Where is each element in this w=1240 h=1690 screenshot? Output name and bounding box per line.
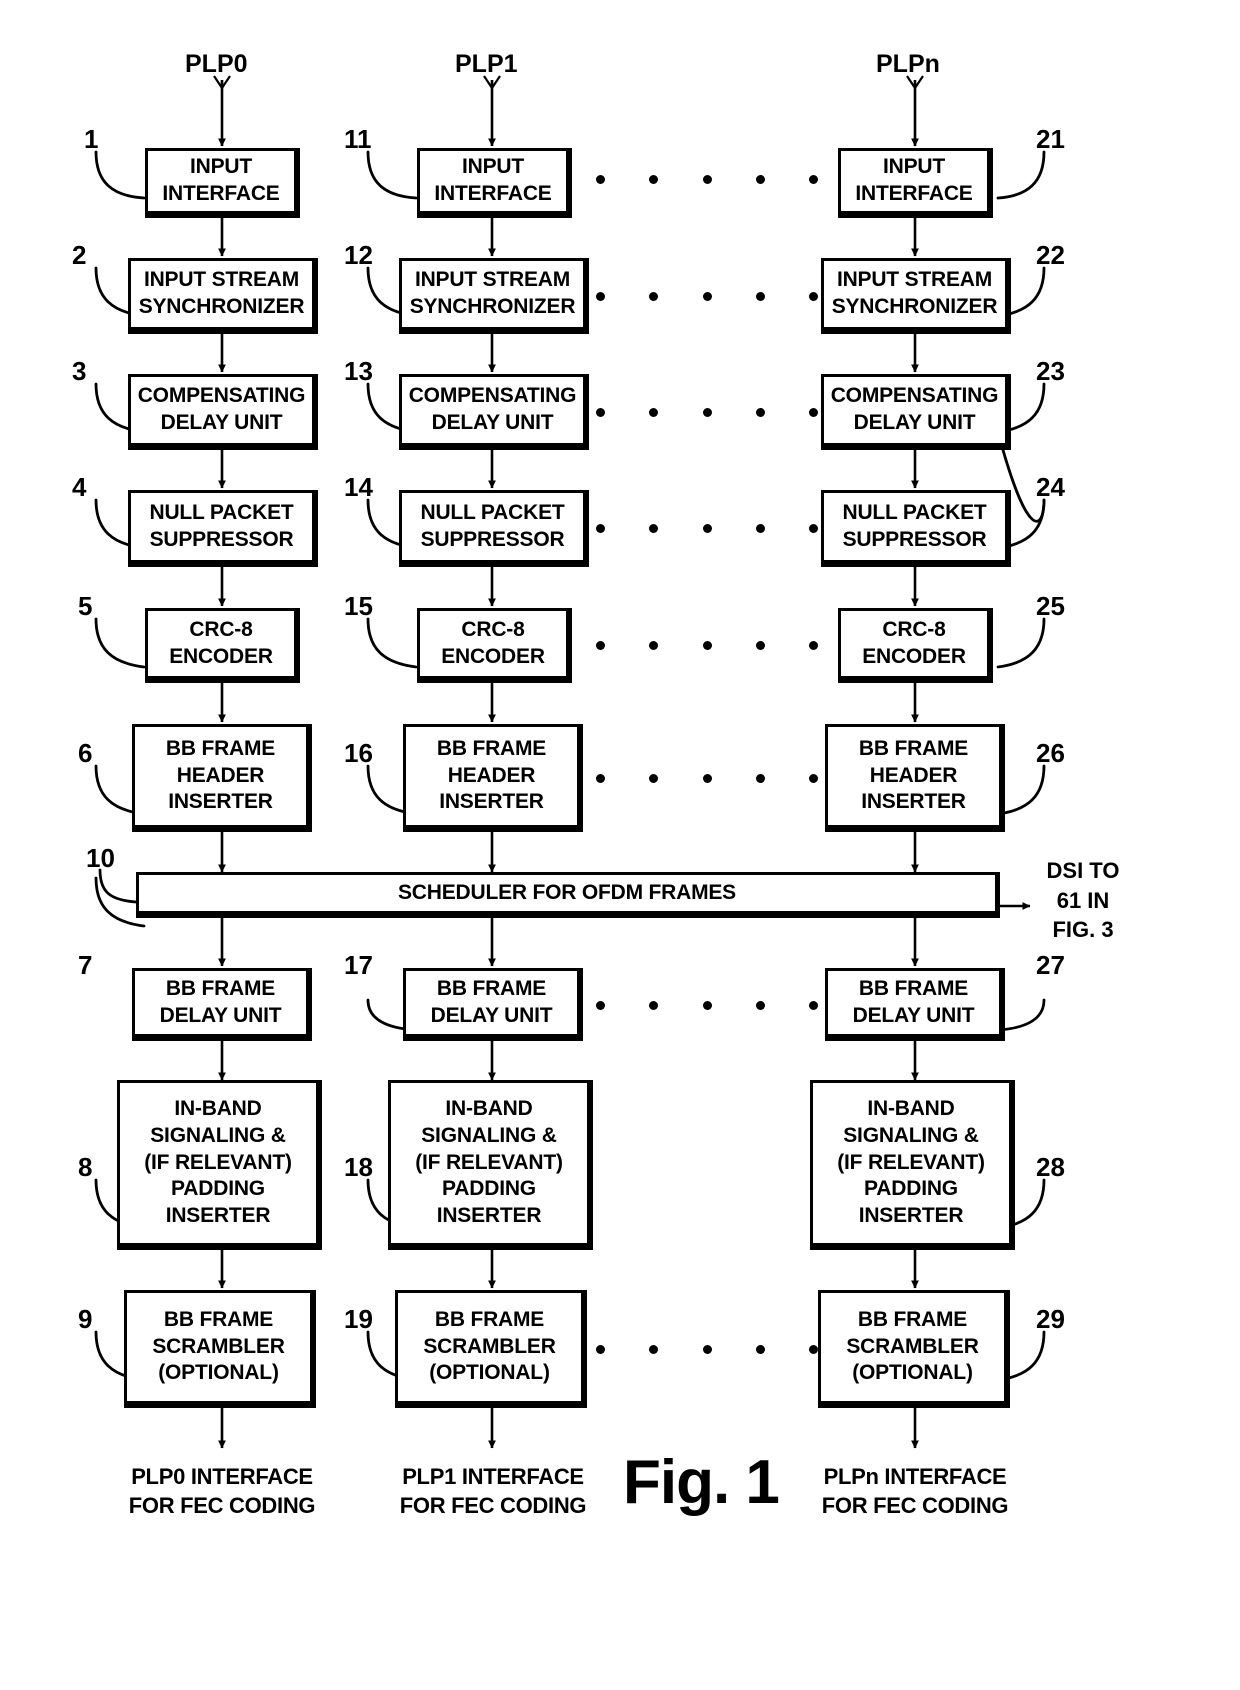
block-input-interface-plp0: INPUT INTERFACE <box>145 148 300 218</box>
block-compensating-delay-unit-plp1: COMPENSATING DELAY UNIT <box>399 374 589 450</box>
block-bb-frame-delay-unit-plpn: BB FRAME DELAY UNIT <box>825 968 1005 1041</box>
block-scheduler-for-ofdm-frames: SCHEDULER FOR OFDM FRAMES <box>136 872 1000 918</box>
refnum-3: 3 <box>72 356 87 386</box>
block-bb-frame-scrambler-plp0: BB FRAME SCRAMBLER (OPTIONAL) <box>124 1290 316 1408</box>
refnum-14: 14 <box>344 472 373 502</box>
ellipsis-row-4 <box>596 523 818 533</box>
block-bb-frame-header-inserter-plp0: BB FRAME HEADER INSERTER <box>132 724 312 832</box>
refnum-15: 15 <box>344 591 373 621</box>
block-crc8-encoder-plp1: CRC-8 ENCODER <box>417 608 572 683</box>
refnum-28: 28 <box>1036 1152 1065 1182</box>
caption-plpn-interface: PLPn INTERFACE FOR FEC CODING <box>821 1464 1009 1519</box>
block-compensating-delay-unit-plp0: COMPENSATING DELAY UNIT <box>128 374 318 450</box>
block-crc8-encoder-plp0: CRC-8 ENCODER <box>145 608 300 683</box>
refnum-23: 23 <box>1036 356 1065 386</box>
block-bb-frame-header-inserter-plpn: BB FRAME HEADER INSERTER <box>825 724 1005 832</box>
block-crc8-encoder-plpn: CRC-8 ENCODER <box>838 608 993 683</box>
block-in-band-signaling-padding-inserter-plp0: IN-BAND SIGNALING & (IF RELEVANT) PADDIN… <box>117 1080 322 1250</box>
refnum-12: 12 <box>344 240 373 270</box>
block-bb-frame-header-inserter-plp1: BB FRAME HEADER INSERTER <box>403 724 583 832</box>
refnum-18: 18 <box>344 1152 373 1182</box>
refnum-27: 27 <box>1036 950 1065 980</box>
refnum-10: 10 <box>86 843 115 873</box>
block-bb-frame-scrambler-plpn: BB FRAME SCRAMBLER (OPTIONAL) <box>818 1290 1010 1408</box>
refnum-6: 6 <box>78 738 93 768</box>
block-bb-frame-delay-unit-plp1: BB FRAME DELAY UNIT <box>403 968 583 1041</box>
refnum-2: 2 <box>72 240 87 270</box>
figure-title: Fig. 1 <box>623 1448 780 1517</box>
ellipsis-row-1 <box>596 174 818 184</box>
refnum-25: 25 <box>1036 591 1065 621</box>
patent-figure-canvas: PLP0 PLP1 PLPn INPUT INTERFACE INPUT STR… <box>0 0 1240 1690</box>
block-null-packet-suppressor-plp0: NULL PACKET SUPPRESSOR <box>128 490 318 567</box>
refnum-21: 21 <box>1036 124 1065 154</box>
caption-plp1-interface: PLP1 INTERFACE FOR FEC CODING <box>399 1464 587 1519</box>
block-null-packet-suppressor-plpn: NULL PACKET SUPPRESSOR <box>821 490 1011 567</box>
block-bb-frame-delay-unit-plp0: BB FRAME DELAY UNIT <box>132 968 312 1041</box>
refnum-19: 19 <box>344 1304 373 1334</box>
ellipsis-row-5 <box>596 640 818 650</box>
refnum-22: 22 <box>1036 240 1065 270</box>
ellipsis-row-2 <box>596 291 818 301</box>
refnum-26: 26 <box>1036 738 1065 768</box>
refnum-8: 8 <box>78 1152 93 1182</box>
ellipsis-row-3 <box>596 407 818 417</box>
refnum-1: 1 <box>84 124 99 154</box>
block-input-stream-synchronizer-plpn: INPUT STREAM SYNCHRONIZER <box>821 258 1011 334</box>
caption-plp0-interface: PLP0 INTERFACE FOR FEC CODING <box>128 1464 316 1519</box>
block-in-band-signaling-padding-inserter-plp1: IN-BAND SIGNALING & (IF RELEVANT) PADDIN… <box>388 1080 593 1250</box>
block-input-stream-synchronizer-plp1: INPUT STREAM SYNCHRONIZER <box>399 258 589 334</box>
block-bb-frame-scrambler-plp1: BB FRAME SCRAMBLER (OPTIONAL) <box>395 1290 587 1408</box>
block-compensating-delay-unit-plpn: COMPENSATING DELAY UNIT <box>821 374 1011 450</box>
stream-label-plpn: PLPn <box>876 50 940 78</box>
stream-label-plp1: PLP1 <box>455 50 518 78</box>
block-input-interface-plp1: INPUT INTERFACE <box>417 148 572 218</box>
ellipsis-row-8 <box>596 1344 818 1354</box>
stream-label-plp0: PLP0 <box>185 50 248 78</box>
refnum-11: 11 <box>344 124 372 154</box>
refnum-5: 5 <box>78 591 93 621</box>
block-input-stream-synchronizer-plp0: INPUT STREAM SYNCHRONIZER <box>128 258 318 334</box>
refnum-16: 16 <box>344 738 373 768</box>
refnum-7: 7 <box>78 950 93 980</box>
refnum-17: 17 <box>344 950 373 980</box>
refnum-29: 29 <box>1036 1304 1065 1334</box>
refnum-9: 9 <box>78 1304 93 1334</box>
refnum-13: 13 <box>344 356 373 386</box>
block-in-band-signaling-padding-inserter-plpn: IN-BAND SIGNALING & (IF RELEVANT) PADDIN… <box>810 1080 1015 1250</box>
ellipsis-row-7 <box>596 1000 818 1010</box>
block-input-interface-plpn: INPUT INTERFACE <box>838 148 993 218</box>
block-null-packet-suppressor-plp1: NULL PACKET SUPPRESSOR <box>399 490 589 567</box>
refnum-24: 24 <box>1036 472 1065 502</box>
ellipsis-row-6 <box>596 773 818 783</box>
dsi-output-note: DSI TO 61 IN FIG. 3 <box>1046 858 1120 943</box>
refnum-4: 4 <box>72 472 87 502</box>
